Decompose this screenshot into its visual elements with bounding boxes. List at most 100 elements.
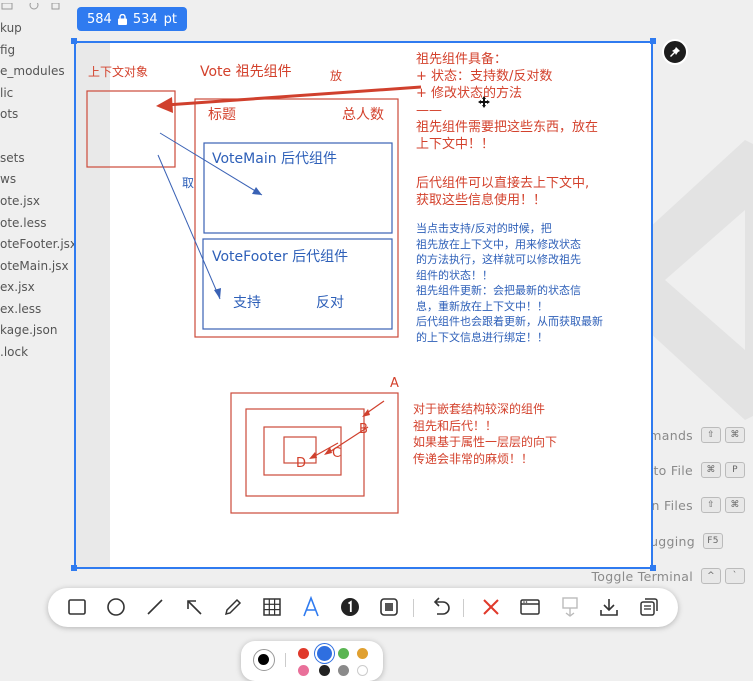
file-item[interactable]: ote.jsx: [0, 194, 40, 208]
toolbar-divider: [413, 599, 414, 617]
color-palette: [241, 641, 383, 681]
total-count-label: 总人数: [342, 107, 384, 123]
file-item[interactable]: ex.less: [0, 302, 41, 316]
color-white[interactable]: [357, 665, 368, 676]
file-item[interactable]: ws: [0, 172, 16, 186]
note-line: 息，重新放在上下文中！！: [416, 299, 548, 313]
file-item[interactable]: lic: [0, 86, 13, 100]
file-item[interactable]: .lock: [0, 345, 28, 359]
file-explorer: kup fig e_modules lic ots sets ws ote.js…: [0, 0, 80, 672]
context-object-box: [86, 90, 176, 168]
notes-ancestor: 祖先组件具备： + 状态：支持数/反对数 + 修改状态的方法 —— 祖先组件需要…: [416, 51, 598, 153]
note-line: ——: [416, 103, 442, 118]
selection-size-label: 584 534 pt: [77, 7, 188, 31]
color-orange[interactable]: [357, 648, 368, 659]
shortcut-key: ⌘: [701, 462, 721, 478]
toolbar-icons: [0, 0, 60, 14]
nest-letter-c: C: [332, 446, 342, 461]
support-label: 支持: [233, 295, 261, 311]
note-line: 祖先组件更新：会把最新的状态信: [416, 284, 581, 297]
note-line: 后代组件可以直接去上下文中,: [416, 176, 590, 191]
close-icon[interactable]: [480, 596, 502, 618]
color-gray[interactable]: [338, 665, 349, 676]
file-item[interactable]: ots: [0, 107, 18, 121]
votemain-label: VoteMain 后代组件: [212, 151, 338, 167]
context-object-label: 上下文对象: [88, 65, 149, 79]
color-red[interactable]: [298, 648, 309, 659]
selection-height: 534: [132, 11, 158, 27]
take-label: 取: [182, 176, 195, 190]
nest-letter-a: A: [390, 376, 399, 391]
file-item[interactable]: oteFooter.jsx: [0, 237, 77, 251]
ellipse-tool-icon[interactable]: [105, 596, 127, 618]
note-line: 获取这些信息使用！！: [416, 193, 547, 208]
lock-icon[interactable]: [117, 13, 127, 25]
note-line: 祖先组件需要把这些东西，放在: [416, 120, 599, 135]
shortcut-key: P: [725, 462, 745, 478]
note-line: 当点击支持/反对的时候，把: [416, 222, 552, 235]
note-line: 祖先放在上下文中，用来修改状态: [416, 237, 581, 251]
pin-to-screen-icon[interactable]: [559, 596, 581, 618]
note-line: 的方法执行，这样就可以修改祖先: [416, 253, 581, 266]
file-item[interactable]: fig: [0, 43, 15, 57]
pin-icon[interactable]: [662, 39, 688, 65]
rectangle-tool-icon[interactable]: [66, 596, 88, 618]
command-label: Toggle Terminal: [591, 568, 693, 584]
arrow-tool-icon[interactable]: [183, 596, 205, 618]
toolbar-divider: [463, 599, 464, 617]
window-capture-icon[interactable]: [519, 596, 541, 618]
note-line: 祖先组件具备：: [416, 52, 508, 67]
move-cursor-icon: [478, 96, 490, 108]
note-line: 组件的状态！！: [416, 268, 493, 282]
note-line: 祖先和后代！！: [413, 418, 498, 433]
note-line: 的上下文信息进行绑定！！: [416, 330, 548, 344]
file-item[interactable]: kage.json: [0, 323, 57, 337]
file-item[interactable]: e_modules: [0, 64, 65, 78]
text-tool-icon[interactable]: [300, 596, 322, 618]
capture-region[interactable]: 上下文对象 Vote 祖先组件 放 取 标题 总人数 VoteMain 后代组件…: [74, 41, 653, 569]
resize-handle-tl[interactable]: [71, 38, 77, 44]
selection-width: 584: [87, 11, 112, 27]
nest-letter-b: B: [359, 422, 368, 437]
resize-handle-bl[interactable]: [71, 565, 77, 571]
selected-color-ring[interactable]: [253, 649, 275, 671]
color-green[interactable]: [338, 648, 349, 659]
shortcut-key: F5: [703, 533, 723, 549]
shortcut-key: ⇧: [701, 497, 721, 513]
file-item[interactable]: ex.jsx: [0, 280, 35, 294]
resize-handle-tr[interactable]: [650, 38, 656, 44]
shortcut-key: ⌘: [725, 497, 745, 513]
vote-ancestor-title: Vote 祖先组件: [200, 64, 292, 80]
pen-tool-icon[interactable]: [222, 596, 244, 618]
undo-icon[interactable]: [430, 596, 452, 618]
shortcut-key: ⌘: [725, 427, 745, 443]
file-item[interactable]: kup: [0, 21, 22, 35]
command-toggle-terminal[interactable]: Toggle Terminal ^ `: [591, 568, 745, 584]
votefooter-label: VoteFooter 后代组件: [212, 249, 349, 265]
note-line: + 修改状态的方法: [416, 86, 523, 101]
annotation-toolbar: [48, 588, 678, 627]
color-blue[interactable]: [317, 646, 332, 661]
notes-deep-nesting: 对于嵌套结构较深的组件 祖先和后代！！ 如果基于属性一层层的向下 传递会非常的麻…: [413, 401, 557, 467]
file-item[interactable]: oteMain.jsx: [0, 259, 69, 273]
mosaic-tool-icon[interactable]: [261, 596, 283, 618]
line-tool-icon[interactable]: [144, 596, 166, 618]
color-black[interactable]: [319, 665, 330, 676]
file-item[interactable]: ote.less: [0, 216, 46, 230]
resize-handle-br[interactable]: [650, 565, 656, 571]
selected-color-swatch: [258, 654, 269, 665]
file-item[interactable]: sets: [0, 151, 25, 165]
oppose-label: 反对: [316, 295, 344, 311]
note-line: 传递会非常的麻烦！！: [413, 451, 534, 466]
selection-unit: pt: [163, 11, 178, 27]
note-line: 如果基于属性一层层的向下: [413, 435, 558, 449]
vote-ancestor-box: [194, 98, 399, 338]
download-icon[interactable]: [598, 596, 620, 618]
copy-icon[interactable]: [638, 596, 660, 618]
shortcut-key: `: [725, 568, 745, 584]
note-line: + 状态：支持数/反对数: [416, 69, 553, 84]
note-line: 对于嵌套结构较深的组件: [413, 402, 546, 416]
counter-tool-icon[interactable]: [339, 596, 361, 618]
color-pink[interactable]: [298, 665, 309, 676]
highlight-tool-icon[interactable]: [378, 596, 400, 618]
